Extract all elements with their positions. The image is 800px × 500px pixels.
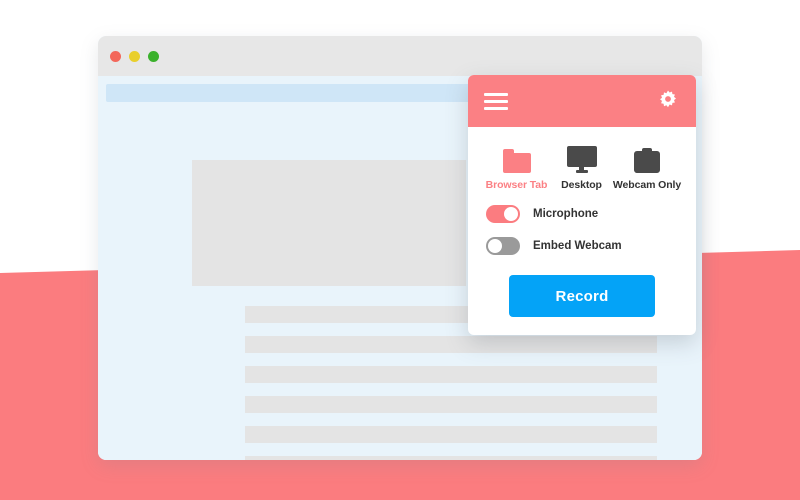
source-option-webcam-only[interactable]: Webcam Only bbox=[612, 141, 682, 191]
placeholder-line bbox=[245, 456, 657, 460]
hamburger-menu-icon[interactable] bbox=[484, 92, 508, 110]
popup-body: Browser Tab Desktop Webcam Only Micropho… bbox=[468, 127, 696, 335]
camera-icon bbox=[634, 141, 660, 173]
source-label: Webcam Only bbox=[612, 179, 682, 191]
screenshot-stage: Browser Tab Desktop Webcam Only Micropho… bbox=[0, 0, 800, 500]
folder-icon bbox=[502, 141, 531, 173]
source-label: Browser Tab bbox=[485, 179, 548, 191]
toggle-knob bbox=[488, 239, 502, 253]
embed-webcam-toggle-row: Embed Webcam bbox=[482, 237, 682, 255]
embed-webcam-toggle-label: Embed Webcam bbox=[533, 240, 622, 252]
embed-webcam-toggle[interactable] bbox=[486, 237, 520, 255]
toggle-knob bbox=[504, 207, 518, 221]
browser-titlebar bbox=[98, 36, 702, 76]
hamburger-bar bbox=[484, 99, 508, 103]
record-button[interactable]: Record bbox=[509, 275, 655, 317]
source-option-browser-tab[interactable]: Browser Tab bbox=[484, 141, 549, 191]
traffic-light-minimize-icon[interactable] bbox=[129, 50, 140, 62]
record-button-container: Record bbox=[482, 275, 682, 335]
screen-recorder-popup: Browser Tab Desktop Webcam Only Micropho… bbox=[468, 75, 696, 335]
microphone-toggle-label: Microphone bbox=[533, 208, 599, 220]
placeholder-line bbox=[245, 426, 657, 443]
placeholder-line bbox=[245, 336, 657, 353]
source-option-desktop[interactable]: Desktop bbox=[549, 141, 614, 191]
monitor-icon bbox=[566, 141, 597, 173]
content-image-placeholder bbox=[192, 160, 466, 286]
microphone-toggle[interactable] bbox=[486, 205, 520, 223]
traffic-light-close-icon[interactable] bbox=[110, 50, 121, 62]
hamburger-bar bbox=[484, 106, 508, 110]
placeholder-line bbox=[245, 366, 657, 383]
placeholder-line bbox=[245, 396, 657, 413]
gear-icon[interactable] bbox=[656, 89, 680, 113]
capture-source-options: Browser Tab Desktop Webcam Only bbox=[482, 141, 682, 191]
hamburger-bar bbox=[484, 92, 508, 96]
popup-header bbox=[468, 75, 696, 127]
microphone-toggle-row: Microphone bbox=[482, 205, 682, 223]
source-label: Desktop bbox=[561, 179, 602, 191]
traffic-light-maximize-icon[interactable] bbox=[148, 50, 159, 62]
